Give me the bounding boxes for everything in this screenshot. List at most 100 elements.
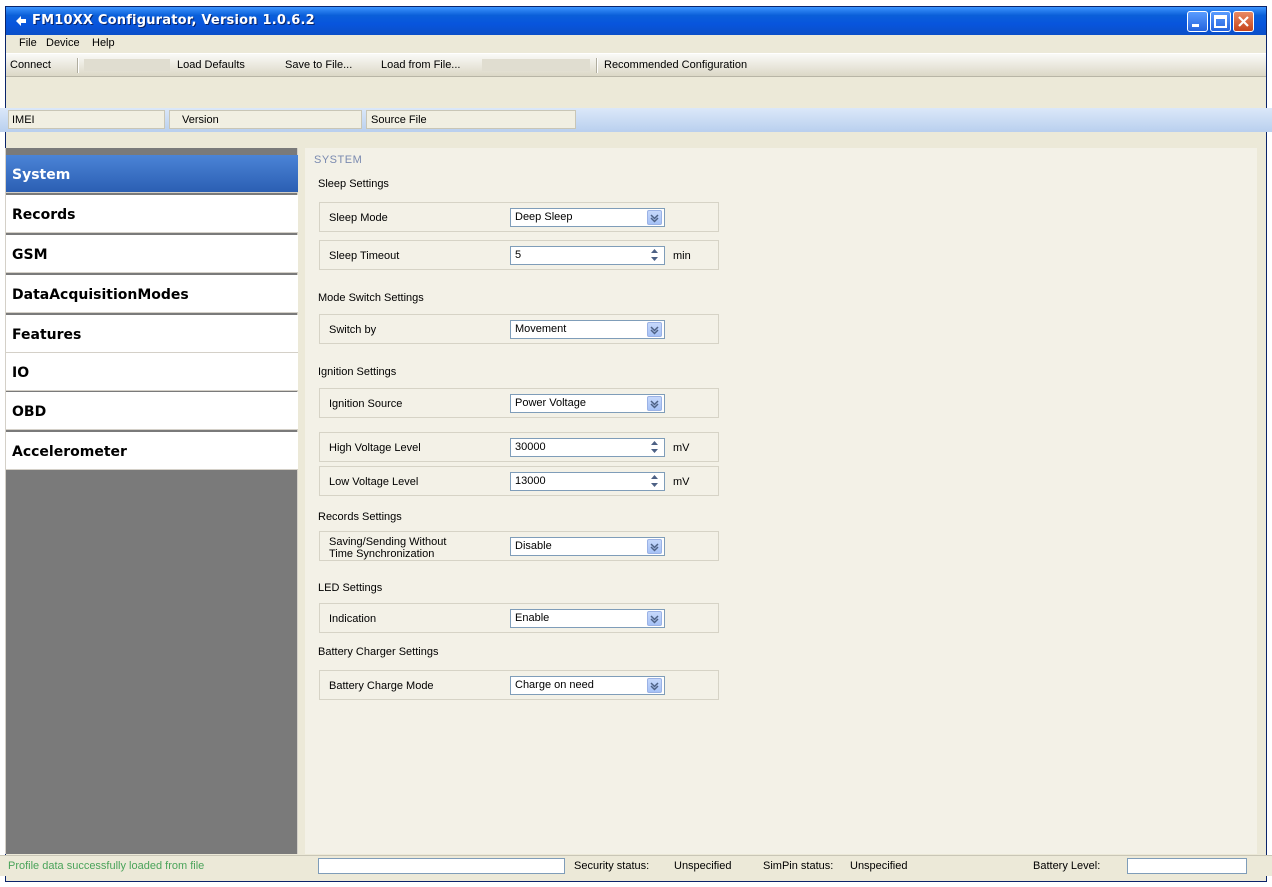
saving-sending-select[interactable]: Disable [510,537,665,556]
battery-charge-mode-value: Charge on need [515,679,594,691]
recommended-configuration-button[interactable]: Recommended Configuration [604,59,747,71]
ignition-source-label: Ignition Source [329,398,403,410]
sleep-timeout-stepper[interactable]: 5 [510,246,665,265]
source-value: File [408,114,427,126]
spin-up-icon[interactable] [647,473,662,481]
disabled-toolbar-button [84,59,170,71]
source-label: Source [371,114,406,126]
minimize-icon [1192,24,1199,27]
chevron-down-icon[interactable] [647,210,662,225]
load-defaults-button[interactable]: Load Defaults [177,59,245,71]
maximize-icon [1214,15,1227,28]
version-field: Version [169,110,362,129]
security-status-value: Unspecified [674,860,732,872]
low-voltage-unit: mV [673,476,690,488]
saving-sending-value: Disable [515,540,552,552]
sidebar-item-data-acquisition-modes[interactable]: DataAcquisitionModes [6,275,298,313]
sleep-mode-label: Sleep Mode [329,212,388,224]
switch-by-select[interactable]: Movement [510,320,665,339]
toolbar-separator [77,58,79,73]
led-settings-title: LED Settings [318,582,383,594]
spin-down-icon[interactable] [647,255,662,263]
indication-row: Indication Enable [319,603,719,633]
status-bar: Profile data successfully loaded from fi… [0,855,1272,876]
high-voltage-stepper[interactable]: 30000 [510,438,665,457]
switch-by-label: Switch by [329,324,377,336]
sidebar-item-io[interactable]: IO [6,353,298,391]
app-logo-icon [16,16,26,26]
source-field: Source File [366,110,576,129]
security-status-label: Security status: [574,860,650,872]
status-message: Profile data successfully loaded from fi… [8,860,205,872]
load-from-file-button[interactable]: Load from File... [381,59,460,71]
chevron-down-icon[interactable] [647,322,662,337]
sidebar-item-gsm[interactable]: GSM [6,235,298,273]
save-to-file-button[interactable]: Save to File... [285,59,352,71]
sidebar-item-accelerometer[interactable]: Accelerometer [6,432,298,470]
menu-file[interactable]: File [19,37,37,49]
high-voltage-unit: mV [673,442,690,454]
battery-level-label: Battery Level: [1033,860,1101,872]
disabled-toolbar-button [482,59,590,71]
chevron-down-icon[interactable] [647,678,662,693]
chevron-down-icon[interactable] [647,539,662,554]
close-button[interactable] [1233,11,1254,32]
indication-value: Enable [515,612,550,624]
low-voltage-row: Low Voltage Level 13000 mV [319,466,719,496]
simpin-status-label: SimPin status: [763,860,834,872]
battery-charger-settings-title: Battery Charger Settings [318,646,439,658]
imei-field: IMEI [8,110,165,129]
spin-down-icon[interactable] [647,447,662,455]
connect-button[interactable]: Connect [10,59,51,71]
battery-charge-mode-row: Battery Charge Mode Charge on need [319,670,719,700]
saving-sending-label-line2: Time Synchronization [329,548,435,560]
spin-up-icon[interactable] [647,439,662,447]
high-voltage-value: 30000 [515,441,546,453]
window-title: FM10XX Configurator, Version 1.0.6.2 [32,13,315,28]
saving-sending-label-line1: Saving/Sending Without [329,536,447,548]
sleep-mode-select[interactable]: Deep Sleep [510,208,665,227]
sleep-timeout-row: Sleep Timeout 5 min [319,240,719,270]
saving-sending-row: Saving/Sending Without Time Synchronizat… [319,531,719,561]
title-bar: FM10XX Configurator, Version 1.0.6.2 [6,7,1266,35]
chevron-down-icon[interactable] [647,396,662,411]
maximize-button[interactable] [1210,11,1231,32]
toolbar-separator [596,58,598,73]
sidebar-item-records[interactable]: Records [6,195,298,233]
high-voltage-row: High Voltage Level 30000 mV [319,432,719,462]
switch-by-value: Movement [515,323,567,335]
indication-select[interactable]: Enable [510,609,665,628]
sidebar-item-obd[interactable]: OBD [6,392,298,430]
indication-label: Indication [329,613,377,625]
chevron-down-icon[interactable] [647,611,662,626]
sleep-settings-title: Sleep Settings [318,178,389,190]
battery-level-field [1127,858,1247,874]
toolbar: Connect Load Defaults Save to File... Lo… [6,53,1266,77]
sidebar-item-system[interactable]: System [6,155,298,193]
ignition-source-value: Power Voltage [515,397,586,409]
version-label: Version [182,114,219,126]
ignition-settings-title: Ignition Settings [318,366,397,378]
saving-sending-label: Saving/Sending Without Time Synchronizat… [329,536,446,560]
sidebar-item-features[interactable]: Features [6,315,298,353]
menu-device[interactable]: Device [46,37,80,49]
spin-up-icon[interactable] [647,247,662,255]
menu-help[interactable]: Help [92,37,115,49]
mode-switch-settings-title: Mode Switch Settings [318,292,424,304]
high-voltage-label: High Voltage Level [329,442,421,454]
minimize-button[interactable] [1187,11,1208,32]
sleep-mode-row: Sleep Mode Deep Sleep [319,202,719,232]
low-voltage-stepper[interactable]: 13000 [510,472,665,491]
status-progress-field [318,858,565,874]
sleep-mode-value: Deep Sleep [515,211,573,223]
spin-down-icon[interactable] [647,481,662,489]
low-voltage-label: Low Voltage Level [329,476,419,488]
low-voltage-value: 13000 [515,475,546,487]
records-settings-title: Records Settings [318,511,402,523]
battery-charge-mode-select[interactable]: Charge on need [510,676,665,695]
sleep-timeout-label: Sleep Timeout [329,250,400,262]
ignition-source-select[interactable]: Power Voltage [510,394,665,413]
section-title: SYSTEM [314,154,363,166]
close-icon [1238,16,1249,27]
simpin-status-value: Unspecified [850,860,908,872]
